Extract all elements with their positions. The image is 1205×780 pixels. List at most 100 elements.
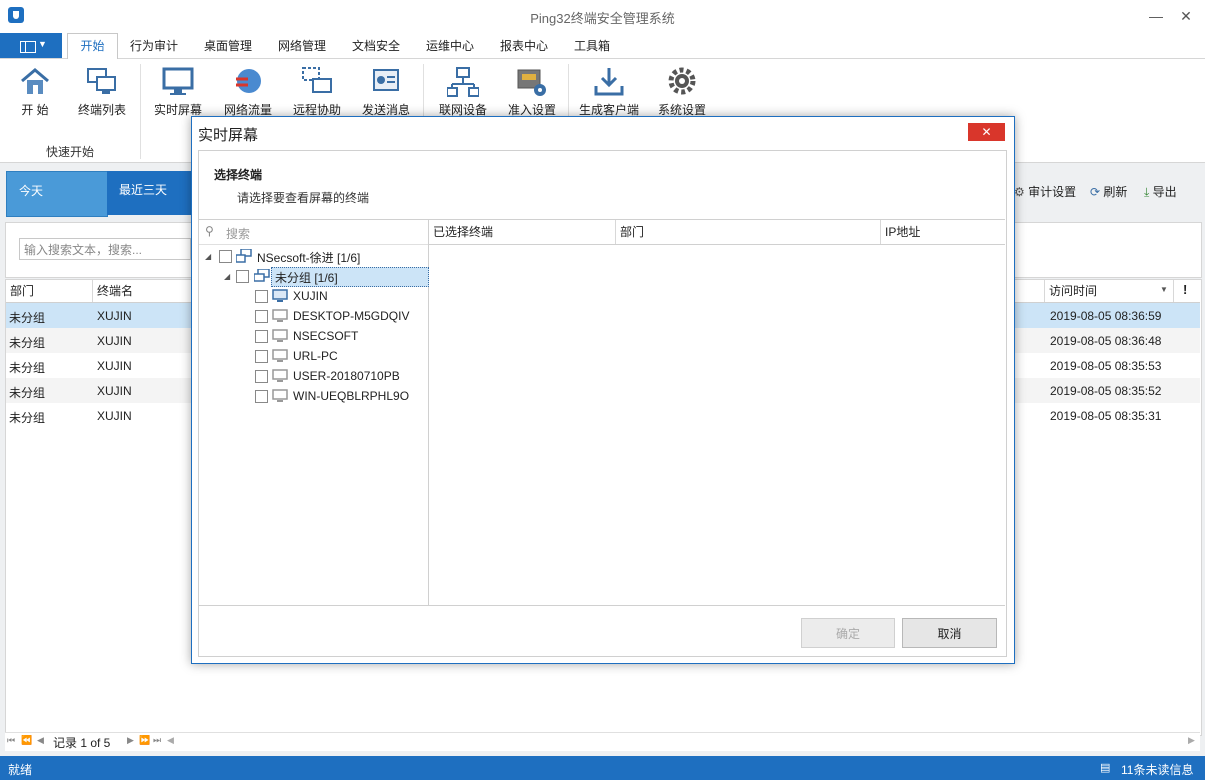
ribbon-access-settings-button[interactable]: 准入设置 bbox=[500, 64, 564, 119]
cell-department: 未分组 bbox=[9, 411, 46, 425]
column-header-visit-time[interactable]: 访问时间 bbox=[1044, 280, 1174, 302]
tree-checkbox[interactable] bbox=[255, 370, 268, 383]
tree-checkbox[interactable] bbox=[255, 350, 268, 363]
column-header-department[interactable]: 部门 bbox=[6, 280, 93, 302]
terminal-list-icon bbox=[87, 68, 116, 94]
tree-search-input[interactable]: 搜索 bbox=[226, 225, 250, 242]
column-header-department[interactable]: 部门 bbox=[616, 220, 881, 244]
ribbon-network-devices-button[interactable]: 联网设备 bbox=[431, 64, 495, 119]
ribbon-remote-assist-button[interactable]: 远程协助 bbox=[285, 64, 349, 119]
previous-page-icon[interactable]: ◀ bbox=[37, 735, 44, 746]
cell-visit-time: 2019-08-05 08:35:52 bbox=[1050, 384, 1162, 398]
tab-report-center[interactable]: 报表中心 bbox=[500, 37, 548, 55]
ribbon-system-settings-button[interactable]: 系统设置 bbox=[650, 64, 714, 119]
tree-node-terminal[interactable]: WIN-UEQBLRPHL9O bbox=[200, 387, 428, 407]
date-tab-label: 最近三天 bbox=[119, 183, 168, 197]
ribbon-separator bbox=[140, 64, 141, 159]
ribbon-terminal-list-button[interactable]: 终端列表 bbox=[70, 64, 134, 119]
cell-department: 未分组 bbox=[9, 361, 46, 375]
export-button[interactable]: ⤓ 导出 bbox=[1144, 183, 1194, 201]
tab-document-security[interactable]: 文档安全 bbox=[352, 37, 400, 55]
scroll-left-icon[interactable]: ◀ bbox=[167, 735, 174, 746]
column-chooser-icon[interactable]: ! bbox=[1183, 282, 1187, 297]
ribbon-live-screen-button[interactable]: 实时屏幕 bbox=[146, 64, 210, 119]
app-menu-button[interactable]: ▼ bbox=[0, 33, 62, 58]
ribbon-group-label: 快速开始 bbox=[45, 145, 94, 159]
tab-start[interactable]: 开始 bbox=[67, 33, 118, 60]
message-icon[interactable]: ▤ bbox=[1100, 761, 1110, 774]
sort-desc-icon: ▼ bbox=[1160, 285, 1168, 294]
cell-department: 未分组 bbox=[9, 311, 46, 325]
status-bar: 就绪 ▤ 11条未读信息 bbox=[0, 756, 1205, 780]
cancel-button[interactable]: 取消 bbox=[902, 618, 997, 648]
tree-node-group[interactable]: ◢ 未分组 [1/6] bbox=[200, 267, 429, 287]
chevron-down-icon: ▼ bbox=[38, 39, 47, 49]
cell-department: 未分组 bbox=[9, 336, 46, 350]
ribbon-send-message-button[interactable]: 发送消息 bbox=[354, 64, 418, 119]
home-icon bbox=[21, 68, 49, 94]
collapse-icon[interactable]: ◢ bbox=[205, 252, 211, 261]
tree-node-label: NSECSOFT bbox=[293, 329, 359, 343]
last-page-icon[interactable]: ⏭ bbox=[153, 735, 161, 746]
ribbon-network-traffic-button[interactable]: 网络流量 bbox=[216, 64, 280, 119]
tree-node-terminal[interactable]: XUJIN bbox=[200, 287, 428, 307]
tree-checkbox[interactable] bbox=[255, 310, 268, 323]
scroll-right-icon[interactable]: ▶ bbox=[1188, 735, 1195, 746]
offline-terminal-icon bbox=[272, 369, 288, 382]
next-pages-icon[interactable]: ⏩ bbox=[139, 735, 150, 746]
tab-toolbox[interactable]: 工具箱 bbox=[574, 37, 610, 55]
tree-node-terminal[interactable]: NSECSOFT bbox=[200, 327, 428, 347]
monitor-icon bbox=[162, 67, 194, 95]
previous-pages-icon[interactable]: ⏪ bbox=[21, 735, 32, 746]
column-header-ip-address[interactable]: IP地址 bbox=[881, 220, 1005, 244]
tree-checkbox[interactable] bbox=[219, 250, 232, 263]
group-icon bbox=[254, 269, 270, 282]
dialog-heading: 选择终端 bbox=[214, 168, 263, 182]
tree-node-terminal[interactable]: DESKTOP-M5GDQIV bbox=[200, 307, 428, 327]
unread-messages[interactable]: 11条未读信息 bbox=[1121, 761, 1193, 778]
close-window-icon[interactable]: ✕ bbox=[1176, 6, 1196, 26]
tree-node-terminal[interactable]: URL-PC bbox=[200, 347, 428, 367]
tree-checkbox[interactable] bbox=[255, 330, 268, 343]
cell-visit-time: 2019-08-05 08:36:59 bbox=[1050, 309, 1162, 323]
network-group-icon bbox=[236, 249, 252, 263]
ok-button[interactable]: 确定 bbox=[801, 618, 895, 648]
audit-settings-button[interactable]: ⚙ 审计设置 bbox=[1014, 183, 1084, 201]
download-icon bbox=[594, 68, 624, 96]
column-header-terminal[interactable]: 终端名 bbox=[93, 280, 193, 302]
selected-terminals-panel bbox=[429, 219, 1005, 606]
refresh-button[interactable]: ⟳ 刷新 bbox=[1090, 183, 1138, 201]
tab-desktop-management[interactable]: 桌面管理 bbox=[204, 37, 252, 55]
tab-behavior-audit[interactable]: 行为审计 bbox=[130, 37, 178, 55]
tab-network-management[interactable]: 网络管理 bbox=[278, 37, 326, 55]
column-header-selected-terminal[interactable]: 已选择终端 bbox=[429, 220, 616, 244]
minimize-icon[interactable]: — bbox=[1146, 6, 1166, 26]
gear-icon bbox=[668, 67, 696, 95]
cell-visit-time: 2019-08-05 08:35:31 bbox=[1050, 409, 1162, 423]
tab-ops-center[interactable]: 运维中心 bbox=[426, 37, 474, 55]
search-input[interactable]: 输入搜索文本，搜索... bbox=[19, 238, 191, 260]
next-page-icon[interactable]: ▶ bbox=[127, 735, 134, 746]
network-devices-icon bbox=[447, 67, 479, 97]
tree-checkbox[interactable] bbox=[255, 290, 268, 303]
offline-terminal-icon bbox=[272, 389, 288, 402]
tree-search-box[interactable]: ⚲ 搜索 bbox=[199, 220, 428, 245]
collapse-icon[interactable]: ◢ bbox=[224, 272, 230, 281]
dialog-close-button[interactable]: ✕ bbox=[968, 123, 1005, 141]
tree-node-terminal[interactable]: USER-20180710PB bbox=[200, 367, 428, 387]
cell-terminal: XUJIN bbox=[97, 359, 132, 373]
dialog-subheading: 请选择要查看屏幕的终端 bbox=[237, 191, 370, 205]
date-tab-last-three-days[interactable]: 最近三天 bbox=[107, 171, 197, 215]
tree-checkbox[interactable] bbox=[236, 270, 249, 283]
cell-visit-time: 2019-08-05 08:36:48 bbox=[1050, 334, 1162, 348]
tree-node-label: XUJIN bbox=[293, 289, 328, 303]
tree-checkbox[interactable] bbox=[255, 390, 268, 403]
ribbon-start-button[interactable]: 开 始 bbox=[3, 64, 67, 119]
cell-terminal: XUJIN bbox=[97, 309, 132, 323]
ribbon-generate-client-button[interactable]: 生成客户端 bbox=[577, 64, 641, 119]
first-page-icon[interactable]: ⏮ bbox=[7, 735, 15, 746]
date-tab-today[interactable]: 今天 bbox=[6, 171, 108, 217]
tree-node-root[interactable]: ◢ NSecsoft-徐进 [1/6] bbox=[200, 247, 428, 267]
selected-list-header: 已选择终端 部门 IP地址 bbox=[429, 220, 1005, 245]
cell-department: 未分组 bbox=[9, 386, 46, 400]
